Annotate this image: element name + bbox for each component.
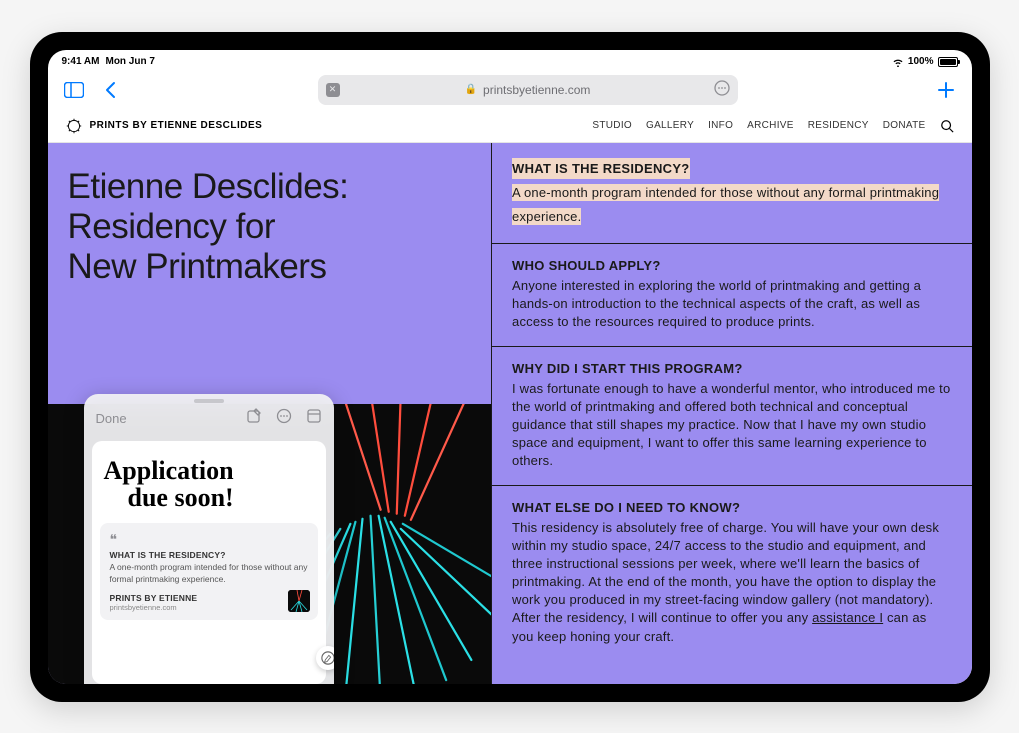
more-icon[interactable] (276, 408, 292, 429)
hero-line-2: Residency for (68, 207, 472, 247)
new-tab-button[interactable] (934, 78, 958, 102)
quote-title: WHAT IS THE RESIDENCY? (110, 550, 308, 560)
expand-icon[interactable] (306, 408, 322, 429)
sidebar-toggle-button[interactable] (62, 78, 86, 102)
safari-toolbar: ✕ 🔒 printsbyetienne.com (48, 70, 972, 110)
faq-column: WHAT IS THE RESIDENCY? A one-month progr… (491, 143, 971, 684)
site-header: PRINTS BY ETIENNE DESCLIDES STUDIO GALLE… (48, 110, 972, 143)
quote-url: printsbyetienne.com (110, 603, 308, 612)
nav-gallery[interactable]: GALLERY (646, 120, 694, 131)
ipad-screen: 9:41 AM Mon Jun 7 100% ✕ 🔒 printsbyetien… (48, 50, 972, 684)
status-bar: 9:41 AM Mon Jun 7 100% (48, 50, 972, 70)
markup-badge-icon[interactable] (316, 646, 334, 670)
note-toolbar (246, 408, 322, 429)
lock-icon: 🔒 (465, 84, 477, 95)
hero-line-3: New Printmakers (68, 247, 472, 287)
hero-line-1: Etienne Desclides: (68, 167, 472, 207)
search-icon[interactable] (940, 119, 954, 133)
note-link-card[interactable]: ❝ WHAT IS THE RESIDENCY? A one-month pro… (100, 523, 318, 620)
compose-icon[interactable] (246, 408, 262, 429)
faq-question: WHY DID I START THIS PROGRAM? (512, 361, 951, 376)
battery-icon (938, 57, 958, 67)
quote-body: A one-month program intended for those w… (110, 562, 308, 585)
address-bar[interactable]: ✕ 🔒 printsbyetienne.com (318, 75, 738, 105)
faq-answer: A one-month program intended for those w… (512, 184, 939, 225)
site-logo[interactable]: PRINTS BY ETIENNE DESCLIDES (66, 118, 263, 134)
nav-studio[interactable]: STUDIO (592, 120, 632, 131)
faq-question: WHAT IS THE RESIDENCY? (512, 158, 690, 180)
handwritten-text: Application due soon! (100, 451, 318, 524)
ipad-device-frame: 9:41 AM Mon Jun 7 100% ✕ 🔒 printsbyetien… (30, 32, 990, 702)
site-nav: STUDIO GALLERY INFO ARCHIVE RESIDENCY DO… (592, 119, 953, 133)
status-time: 9:41 AM (62, 56, 100, 67)
nav-residency[interactable]: RESIDENCY (808, 120, 869, 131)
gear-icon (66, 118, 82, 134)
faq-answer: This residency is absolutely free of cha… (512, 519, 951, 646)
faq-answer: I was fortunate enough to have a wonderf… (512, 380, 951, 471)
hero-title: Etienne Desclides: Residency for New Pri… (68, 167, 472, 288)
faq-answer: Anyone interested in exploring the world… (512, 277, 951, 332)
note-header: Done (84, 394, 334, 435)
nav-archive[interactable]: ARCHIVE (747, 120, 794, 131)
faq-item-1: WHAT IS THE RESIDENCY? A one-month progr… (492, 143, 971, 245)
status-date: Mon Jun 7 (105, 56, 154, 67)
drag-handle-icon[interactable] (194, 399, 224, 403)
faq-question: WHO SHOULD APPLY? (512, 258, 951, 273)
quote-icon: ❝ (110, 531, 308, 548)
done-button[interactable]: Done (96, 411, 127, 426)
reader-mode-icon[interactable] (714, 80, 730, 99)
site-title: PRINTS BY ETIENNE DESCLIDES (90, 120, 263, 131)
note-body[interactable]: Application due soon! ❝ WHAT IS THE RESI… (92, 441, 326, 684)
nav-donate[interactable]: DONATE (883, 120, 926, 131)
back-button[interactable] (98, 78, 122, 102)
url-text: printsbyetienne.com (483, 83, 590, 97)
faq-item-4: WHAT ELSE DO I NEED TO KNOW? This reside… (492, 486, 971, 660)
faq-item-2: WHO SHOULD APPLY? Anyone interested in e… (492, 244, 971, 347)
nav-info[interactable]: INFO (708, 120, 733, 131)
quote-source: PRINTS BY ETIENNE (110, 593, 308, 603)
wifi-icon (892, 57, 904, 67)
quote-thumbnail (288, 590, 310, 612)
battery-pct: 100% (908, 56, 934, 67)
faq-question: WHAT ELSE DO I NEED TO KNOW? (512, 500, 951, 515)
quick-note-panel[interactable]: Done Application due soon! ❝ WHAT IS THE (84, 394, 334, 684)
close-tab-icon[interactable]: ✕ (326, 83, 340, 97)
page-content: Etienne Desclides: Residency for New Pri… (48, 143, 972, 684)
faq-item-3: WHY DID I START THIS PROGRAM? I was fort… (492, 347, 971, 486)
